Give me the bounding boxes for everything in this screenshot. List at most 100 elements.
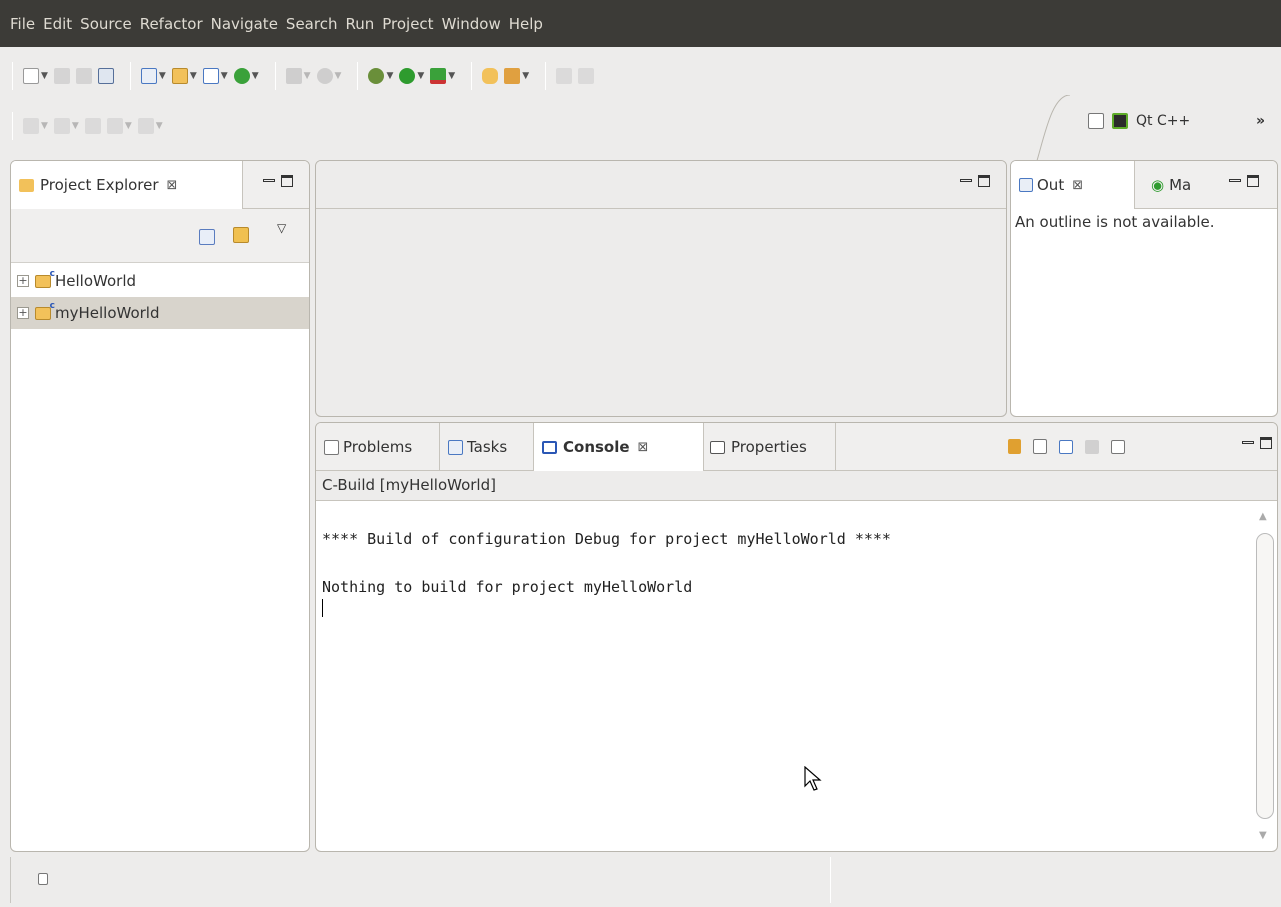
- save-button[interactable]: [53, 65, 70, 87]
- tab-project-explorer[interactable]: Project Explorer ⊠: [11, 161, 243, 209]
- menu-refactor[interactable]: Refactor: [140, 15, 203, 33]
- more-perspectives-button[interactable]: »: [1256, 113, 1265, 129]
- view-controls: [960, 175, 990, 187]
- menu-source[interactable]: Source: [80, 15, 132, 33]
- prev-annotation-button[interactable]: ▼: [53, 115, 79, 137]
- build-button[interactable]: ▼: [285, 65, 311, 87]
- external-tools-button[interactable]: ▼: [430, 65, 455, 87]
- back-button[interactable]: ▼: [106, 115, 132, 137]
- run-button[interactable]: ▼: [399, 65, 424, 87]
- menu-run[interactable]: Run: [345, 15, 374, 33]
- tree-item-myhelloworld[interactable]: + myHelloWorld: [11, 297, 309, 329]
- tab-make-targets[interactable]: ◉ Ma: [1143, 161, 1191, 209]
- debug-button[interactable]: ▼: [368, 65, 393, 87]
- display-console-icon[interactable]: [1085, 439, 1099, 454]
- new-c-project-button[interactable]: ▼: [140, 65, 166, 87]
- menu-navigate[interactable]: Navigate: [211, 15, 278, 33]
- tab-tasks[interactable]: Tasks: [440, 423, 534, 471]
- forward-button[interactable]: ▼: [137, 115, 163, 137]
- outline-message: An outline is not available.: [1015, 213, 1215, 231]
- console-line: **** Build of configuration Debug for pr…: [322, 530, 891, 548]
- scroll-up-icon[interactable]: ▲: [1259, 511, 1267, 522]
- make-tab-label: Ma: [1169, 176, 1192, 194]
- minimize-button[interactable]: [263, 179, 275, 182]
- binary-icon: [97, 68, 114, 84]
- build-config-button[interactable]: ▼: [316, 65, 341, 87]
- new-source-button[interactable]: ▼: [202, 65, 228, 87]
- menu-project[interactable]: Project: [382, 15, 433, 33]
- toggle-block-button[interactable]: [556, 65, 573, 87]
- mouse-pointer-icon: [804, 766, 822, 791]
- save-icon: [53, 68, 70, 84]
- console-line: Nothing to build for project myHelloWorl…: [322, 578, 693, 596]
- maximize-button[interactable]: [1260, 437, 1272, 449]
- minimize-button[interactable]: [960, 179, 972, 182]
- maximize-button[interactable]: [281, 175, 293, 187]
- minimize-button[interactable]: [1229, 179, 1241, 182]
- expand-icon[interactable]: +: [17, 275, 29, 287]
- last-edit-button[interactable]: [84, 115, 101, 137]
- menu-window[interactable]: Window: [442, 15, 501, 33]
- fast-view-icon[interactable]: [38, 873, 48, 885]
- tree-item-label: HelloWorld: [55, 272, 137, 290]
- perspective-label[interactable]: Qt C++: [1136, 113, 1190, 129]
- project-explorer-icon: [19, 178, 34, 192]
- scroll-lock-icon[interactable]: [1008, 439, 1021, 454]
- console-output[interactable]: **** Build of configuration Debug for pr…: [320, 505, 1253, 847]
- tab-console[interactable]: Console ⊠: [534, 423, 704, 471]
- project-explorer-title: Project Explorer: [40, 176, 159, 194]
- console-icon: [542, 440, 557, 454]
- menu-edit[interactable]: Edit: [43, 15, 72, 33]
- menu-file[interactable]: File: [10, 15, 35, 33]
- tab-outline[interactable]: Out ⊠: [1011, 161, 1135, 209]
- maximize-button[interactable]: [1247, 175, 1259, 187]
- print-button[interactable]: [75, 65, 92, 87]
- tab-properties[interactable]: Properties: [702, 423, 836, 471]
- new-folder-button[interactable]: ▼: [171, 65, 197, 87]
- perspective-switcher[interactable]: Qt C++: [1088, 113, 1190, 129]
- clear-console-icon[interactable]: [1033, 439, 1047, 454]
- maximize-button[interactable]: [978, 175, 990, 187]
- menu-search[interactable]: Search: [286, 15, 338, 33]
- expand-icon[interactable]: +: [17, 307, 29, 319]
- minimize-button[interactable]: [1242, 441, 1254, 444]
- view-menu-icon[interactable]: ▽: [277, 221, 286, 235]
- arrow-left-icon: [106, 118, 123, 134]
- tree-item-helloworld[interactable]: + HelloWorld: [11, 265, 309, 297]
- console-scrollbar[interactable]: ▲ ▼: [1253, 505, 1275, 847]
- scrollbar-thumb[interactable]: [1256, 533, 1274, 819]
- next-annotation-button[interactable]: ▼: [23, 115, 48, 137]
- menu-help[interactable]: Help: [509, 15, 543, 33]
- console-panel: Problems Tasks Console ⊠ Properties C-Bu…: [315, 422, 1278, 852]
- link-with-editor-icon[interactable]: [233, 227, 249, 243]
- problems-tab-label: Problems: [343, 438, 413, 456]
- c-project-icon: [140, 68, 157, 84]
- close-icon[interactable]: ⊠: [638, 440, 649, 455]
- new-console-icon[interactable]: [1111, 439, 1125, 454]
- open-type-button[interactable]: [482, 65, 499, 87]
- tab-problems[interactable]: Problems: [316, 423, 440, 471]
- show-whitespace-button[interactable]: [578, 65, 595, 87]
- view-controls: [1242, 437, 1272, 449]
- outline-panel: Out ⊠ ◉ Ma An outline is not available.: [1010, 160, 1278, 417]
- print-icon: [75, 68, 92, 84]
- status-divider: [830, 857, 831, 903]
- binary-button[interactable]: [97, 65, 114, 87]
- toolbar-separator: [12, 62, 13, 90]
- open-perspective-icon[interactable]: [1088, 113, 1104, 129]
- console-tab-label: Console: [563, 438, 630, 456]
- pin-console-icon[interactable]: [1059, 439, 1073, 454]
- close-icon[interactable]: ⊠: [1072, 178, 1083, 193]
- scroll-down-icon[interactable]: ▼: [1259, 830, 1267, 841]
- properties-tab-label: Properties: [731, 438, 807, 456]
- editor-area: [315, 160, 1007, 417]
- new-button[interactable]: ▼: [23, 65, 48, 87]
- close-icon[interactable]: ⊠: [167, 178, 178, 193]
- search-button[interactable]: ▼: [504, 65, 529, 87]
- collapse-all-icon[interactable]: [199, 229, 215, 245]
- editor-tabstrip: [316, 161, 1006, 209]
- new-class-button[interactable]: ▼: [233, 65, 259, 87]
- status-divider: [10, 857, 11, 903]
- toolbar-separator: [129, 62, 131, 90]
